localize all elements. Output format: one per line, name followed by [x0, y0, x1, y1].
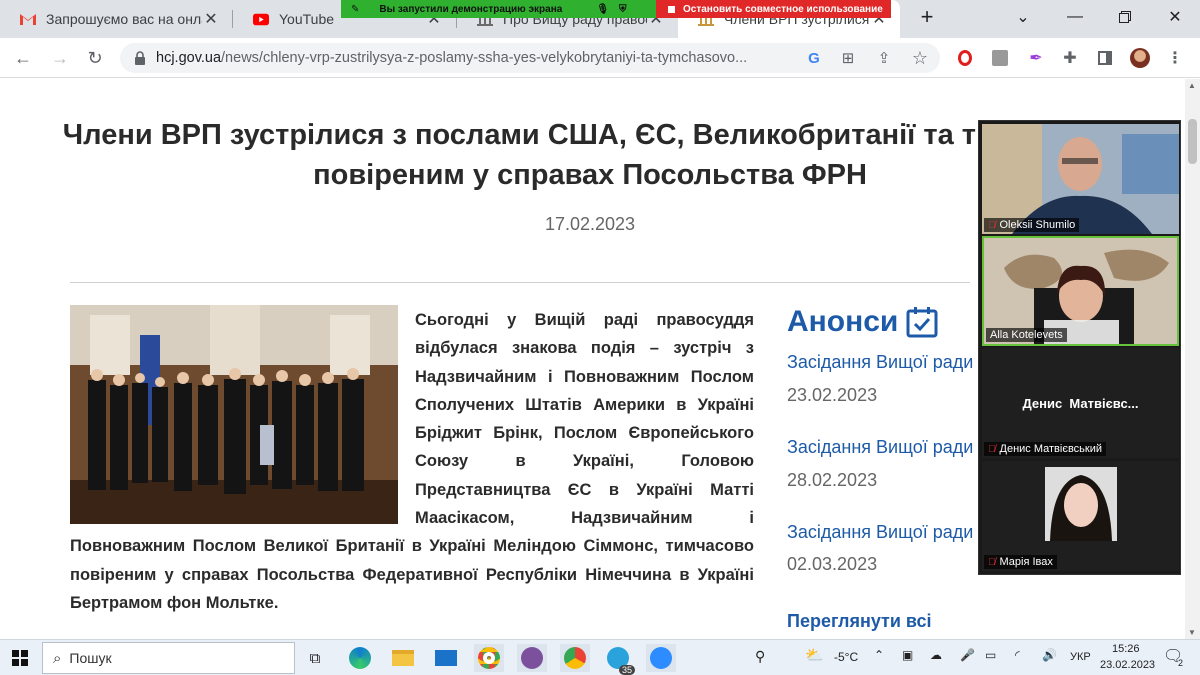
- people-icon[interactable]: ⚲: [755, 648, 765, 665]
- zoom-icon[interactable]: [646, 644, 676, 672]
- clock-time[interactable]: 15:26: [1112, 643, 1140, 655]
- edge-icon[interactable]: [345, 644, 375, 672]
- calendar-check-icon: [906, 307, 938, 338]
- search-icon: ⌕: [53, 649, 62, 667]
- participant-name-label: Alla Kotelevets: [986, 328, 1067, 342]
- temperature: -5°C: [834, 650, 859, 664]
- forward-button[interactable]: →: [46, 44, 74, 72]
- telegram-icon[interactable]: 35: [603, 644, 635, 675]
- chrome-icon[interactable]: [474, 644, 504, 672]
- task-view-icon[interactable]: ⧉: [300, 644, 330, 672]
- share-status: ✎ Вы запустили демонстрацию экрана 🎙 ⛨: [341, 0, 656, 18]
- close-tab-icon[interactable]: ✕: [202, 9, 220, 29]
- announcement-link[interactable]: Засідання Вищої ради: [787, 437, 973, 458]
- pen-icon: ✎: [351, 3, 360, 15]
- battery-icon[interactable]: ▭: [985, 648, 996, 662]
- participant-name-label: 🎙̸ Oleksii Shumilo: [984, 218, 1080, 232]
- google-lens-icon[interactable]: G: [804, 49, 824, 67]
- volume-icon[interactable]: 🔊: [1042, 648, 1057, 662]
- tab-gmail[interactable]: Запрошуємо вас на онла ✕: [0, 0, 232, 38]
- close-window-button[interactable]: ✕: [1150, 0, 1200, 34]
- taskbar-search[interactable]: ⌕ Пошук: [42, 642, 295, 674]
- shield-icon: ⛨: [619, 3, 627, 15]
- clock-date[interactable]: 23.02.2023: [1100, 659, 1155, 671]
- url-text[interactable]: hcj.gov.ua/news/chleny-vrp-zustrilysya-z…: [156, 50, 796, 66]
- divider: [70, 282, 970, 283]
- share-icon[interactable]: ⇪: [874, 49, 894, 67]
- language-indicator[interactable]: УКР: [1070, 651, 1091, 663]
- participant-tile[interactable]: Денис Матвієвс... 🎙̸ Денис Матвієвський: [982, 348, 1179, 458]
- minimize-button[interactable]: —: [1050, 0, 1100, 34]
- announcement-link[interactable]: Засідання Вищої ради: [787, 352, 973, 373]
- mic-muted-icon: 🎙̸: [988, 556, 996, 568]
- announcement-link[interactable]: Засідання Вищої ради: [787, 522, 973, 543]
- participant-display-name: Денис Матвієвс...: [1022, 396, 1139, 411]
- translate-icon[interactable]: ⊞: [838, 49, 858, 67]
- chrome-profile-icon[interactable]: [560, 644, 590, 672]
- reload-button[interactable]: ↻: [81, 44, 109, 72]
- search-placeholder: Пошук: [69, 650, 112, 666]
- stop-icon: [668, 5, 675, 13]
- participant-name-label: 🎙̸ Денис Матвієвський: [984, 442, 1106, 456]
- view-all-link[interactable]: Переглянути всі: [787, 611, 932, 632]
- mail-icon[interactable]: [431, 644, 461, 672]
- participant-name-label: 🎙̸ Марія Івах: [984, 555, 1057, 569]
- weather-icon[interactable]: ⛅: [805, 646, 824, 664]
- address-bar[interactable]: hcj.gov.ua/news/chleny-vrp-zustrilysya-z…: [120, 43, 940, 73]
- share-status-text: Вы запустили демонстрацию экрана: [379, 3, 563, 15]
- article-body: Сьогодні у Вищій раді правосуддя відбула…: [70, 306, 754, 617]
- tab-search-chevron-icon[interactable]: ⌄: [998, 0, 1048, 34]
- scroll-thumb[interactable]: [1188, 119, 1197, 164]
- scroll-up-arrow-icon[interactable]: ▲: [1188, 81, 1196, 90]
- stop-share-label: Остановить совместное использование: [683, 3, 883, 15]
- youtube-icon: [253, 11, 269, 27]
- article-date: 17.02.2023: [544, 214, 636, 234]
- scroll-down-arrow-icon[interactable]: ▼: [1188, 628, 1196, 637]
- profile-extension-icon[interactable]: [990, 48, 1010, 68]
- mic-muted-icon: 🎙̸: [988, 219, 996, 231]
- pen-extension-icon[interactable]: ✒: [1026, 48, 1046, 68]
- tab-label: Запрошуємо вас на онла: [46, 11, 202, 27]
- announcements-title: Анонси: [787, 305, 899, 338]
- bookmark-star-icon[interactable]: ☆: [910, 48, 930, 68]
- maximize-button[interactable]: [1100, 0, 1150, 34]
- participant-tile[interactable]: 🎙̸ Oleksii Shumilo: [982, 124, 1179, 234]
- telegram-badge: 35: [618, 665, 635, 675]
- cloud-icon[interactable]: ☁: [930, 648, 942, 662]
- browser-toolbar: ← → ↻ hcj.gov.ua/news/chleny-vrp-zustril…: [0, 38, 1200, 78]
- tray-chevron-icon[interactable]: ⌃: [874, 648, 884, 662]
- wifi-icon[interactable]: ◜: [1015, 648, 1020, 662]
- announcement-date: 23.02.2023: [787, 385, 878, 405]
- avatar[interactable]: [1130, 48, 1150, 68]
- photo-spacer: [70, 306, 415, 528]
- page-scrollbar[interactable]: ▲ ▼: [1185, 79, 1200, 639]
- windows-taskbar: ⌕ Пошук ⧉ 35 ⚲ ⛅ -5°C ⌃ ▣ ☁ 🎤 ▭ ◜ 🔊 УКР …: [0, 639, 1200, 675]
- screen-share-banner: ✎ Вы запустили демонстрацию экрана 🎙 ⛨ О…: [341, 0, 891, 18]
- viber-icon[interactable]: [517, 644, 547, 672]
- video-call-panel: 🎙̸ Oleksii Shumilo Alla Kotelevets Денис …: [978, 120, 1181, 575]
- announcement-date: 02.03.2023: [787, 554, 878, 574]
- participant-tile[interactable]: 🎙̸ Марія Івах: [982, 461, 1179, 571]
- microphone-icon[interactable]: 🎤: [960, 648, 975, 662]
- mic-muted-icon: 🎙̸: [988, 443, 996, 455]
- new-tab-button[interactable]: +: [902, 0, 952, 34]
- announcements-heading: Анонси: [787, 305, 938, 339]
- lock-icon: [135, 51, 145, 65]
- windows-start-icon[interactable]: [5, 644, 35, 672]
- gmail-icon: [20, 11, 36, 27]
- mic-icon: 🎙: [596, 3, 610, 15]
- notifications-count: 2: [1178, 658, 1184, 668]
- participant-tile[interactable]: Alla Kotelevets: [982, 236, 1179, 346]
- opera-extension-icon[interactable]: [955, 48, 975, 68]
- back-button[interactable]: ←: [9, 44, 37, 72]
- menu-kebab-icon[interactable]: ⋮: [1165, 48, 1185, 68]
- file-explorer-icon[interactable]: [388, 644, 418, 672]
- extensions-puzzle-icon[interactable]: ✚: [1060, 48, 1080, 68]
- stop-share-button[interactable]: Остановить совместное использование: [656, 0, 891, 18]
- side-panel-icon[interactable]: [1095, 48, 1115, 68]
- page-title: Члени ВРП зустрілися з послами США, ЄС, …: [62, 119, 1118, 191]
- meet-icon[interactable]: ▣: [902, 648, 913, 662]
- announcement-date: 28.02.2023: [787, 470, 878, 490]
